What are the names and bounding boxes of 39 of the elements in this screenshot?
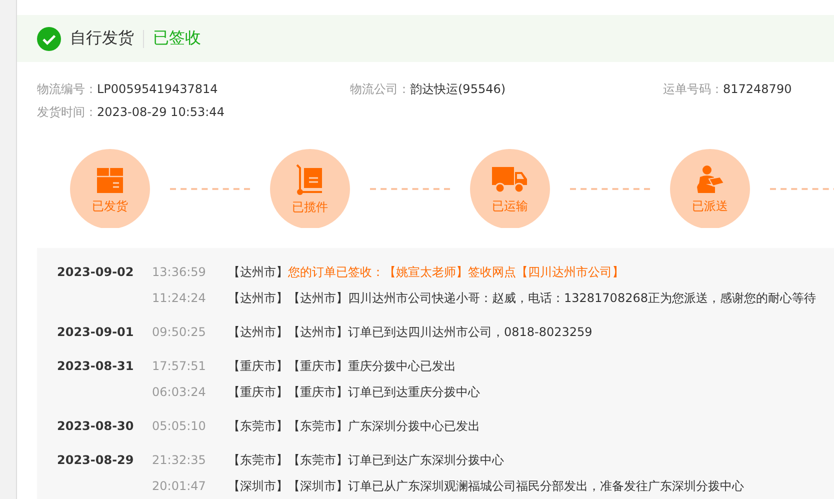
info-value: LP00595419437814 bbox=[97, 82, 218, 96]
step-label: 已派送 bbox=[692, 198, 728, 213]
hand-truck-icon bbox=[295, 164, 325, 196]
check-icon bbox=[37, 26, 61, 51]
step-label: 已运输 bbox=[492, 198, 528, 213]
event-time: 09:50:25 bbox=[152, 325, 207, 339]
event-time: 05:05:10 bbox=[152, 419, 207, 433]
event-text: 【达州市】【达州市】订单已到达四川达州市公司，0818-8023259 bbox=[228, 324, 594, 340]
event-time: 17:57:51 bbox=[152, 359, 207, 373]
event-text: 【达州市】您的订单已签收：【姚宣太老师】签收网点【四川达州市公司】 bbox=[228, 264, 625, 280]
info-value: 817248790 bbox=[723, 82, 792, 96]
step-label: 已揽件 bbox=[292, 200, 328, 214]
event-time: 13:36:59 bbox=[152, 265, 207, 279]
info-label: 物流公司： bbox=[350, 82, 410, 96]
info-value: 韵达快运(95546) bbox=[410, 82, 506, 96]
courier-icon bbox=[695, 164, 725, 195]
info-label: 发货时间： bbox=[37, 105, 97, 120]
event-text: 【达州市】【达州市】四川达州市公司快递小哥：赵威，电话：13281708268正为您派送，感谢您的耐心等待 bbox=[228, 290, 817, 306]
info-label: 物流编号： bbox=[37, 82, 97, 96]
event-text: 【深圳市】【深圳市】订单已从广东深圳观澜福城公司福民分部发出，准备发往广东深圳分拨中心 bbox=[228, 478, 745, 494]
status-label: 已签收 bbox=[153, 28, 201, 50]
event-date: 2023-08-30 bbox=[57, 419, 135, 433]
event-time: 21:32:35 bbox=[152, 453, 207, 467]
info-value: 2023-08-29 10:53:44 bbox=[97, 105, 224, 120]
event-text: 【重庆市】【重庆市】订单已到达重庆分拨中心 bbox=[228, 384, 481, 400]
shipping-method: 自行发货 bbox=[70, 28, 134, 50]
event-time: 11:24:24 bbox=[152, 291, 207, 305]
event-date: 2023-09-02 bbox=[57, 265, 135, 279]
event-date: 2023-09-01 bbox=[57, 325, 135, 339]
step-label: 已发货 bbox=[92, 198, 128, 213]
event-time: 20:01:47 bbox=[152, 479, 207, 493]
event-date: 2023-08-29 bbox=[57, 453, 135, 467]
event-text: 【东莞市】【东莞市】订单已到达广东深圳分拨中心 bbox=[228, 452, 505, 468]
event-text: 【东莞市】【东莞市】广东深圳分拨中心已发出 bbox=[228, 418, 481, 434]
event-date: 2023-08-31 bbox=[57, 359, 135, 373]
info-label: 运单号码： bbox=[663, 82, 723, 96]
event-text: 【重庆市】【重庆市】重庆分拨中心已发出 bbox=[228, 358, 457, 374]
truck-icon bbox=[492, 164, 528, 195]
event-time: 06:03:24 bbox=[152, 385, 207, 399]
